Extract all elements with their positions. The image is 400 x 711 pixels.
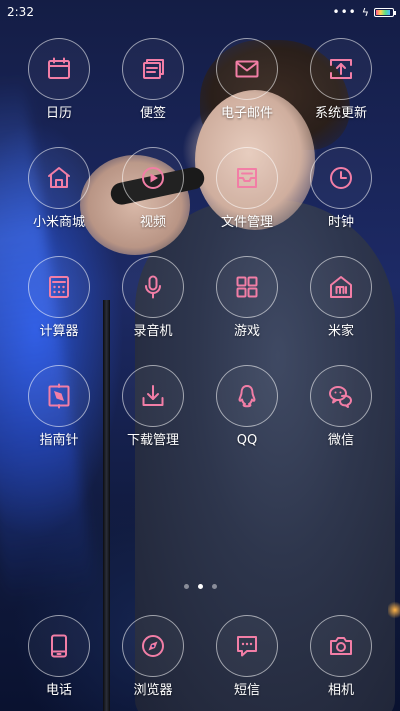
dots-icon: ••• [332, 5, 357, 19]
messages-icon [237, 636, 257, 657]
app-notes[interactable]: 便签 [108, 38, 198, 122]
app-compass-circle[interactable] [28, 365, 90, 427]
app-file-manager-circle[interactable] [216, 147, 278, 209]
app-system-update[interactable]: 系统更新 [296, 38, 386, 122]
system-update-icon [330, 59, 352, 79]
app-downloads-circle[interactable] [122, 365, 184, 427]
app-system-update-circle[interactable] [310, 38, 372, 100]
camera-icon [330, 637, 352, 655]
dock-browser-circle[interactable] [122, 615, 184, 677]
app-qq[interactable]: QQ [202, 365, 292, 449]
app-games-circle[interactable] [216, 256, 278, 318]
app-games[interactable]: 游戏 [202, 256, 292, 340]
games-icon [236, 276, 258, 298]
app-label: QQ [236, 433, 258, 448]
page-indicator[interactable] [0, 584, 400, 594]
video-icon [142, 167, 164, 189]
calendar-icon [48, 57, 70, 79]
app-label: 时钟 [327, 215, 354, 230]
browser-icon [142, 635, 164, 657]
battery-icon [374, 7, 396, 17]
status-indicators: ••• ϟ [332, 5, 396, 19]
wallpaper-sparkle [388, 600, 400, 620]
battery-level [376, 9, 390, 15]
app-qq-circle[interactable] [216, 365, 278, 427]
mail-icon [235, 60, 259, 78]
app-label: 指南针 [39, 433, 79, 448]
status-time: 2:32 [7, 5, 34, 19]
mi-home-icon [330, 276, 352, 298]
dock-camera-circle[interactable] [310, 615, 372, 677]
app-clock-circle[interactable] [310, 147, 372, 209]
dock-phone[interactable]: 电话 [14, 615, 104, 699]
app-label: 便签 [139, 106, 166, 121]
app-label: 游戏 [233, 324, 260, 339]
compass-icon [48, 383, 70, 409]
app-notes-circle[interactable] [122, 38, 184, 100]
app-calculator[interactable]: 计算器 [14, 256, 104, 340]
app-mi-home[interactable]: 米家 [296, 256, 386, 340]
app-mi-home-circle[interactable] [310, 256, 372, 318]
calculator-icon [49, 276, 69, 298]
bolt-icon: ϟ [361, 5, 369, 19]
app-calendar-circle[interactable] [28, 38, 90, 100]
app-compass[interactable]: 指南针 [14, 365, 104, 449]
app-label: 电子邮件 [220, 106, 273, 121]
qq-icon [238, 385, 256, 408]
store-icon [48, 167, 70, 188]
app-video[interactable]: 视频 [108, 147, 198, 231]
dock-phone-circle[interactable] [28, 615, 90, 677]
app-wechat-circle[interactable] [310, 365, 372, 427]
app-label: 计算器 [39, 324, 79, 339]
clock-icon [330, 167, 352, 189]
dock-camera[interactable]: 相机 [296, 615, 386, 699]
app-file-manager[interactable]: 文件管理 [202, 147, 292, 231]
app-email-circle[interactable] [216, 38, 278, 100]
app-video-circle[interactable] [122, 147, 184, 209]
app-label: 小米商城 [32, 215, 85, 230]
app-label: 相机 [327, 683, 354, 698]
download-icon [142, 385, 164, 406]
app-label: 视频 [139, 215, 166, 230]
app-label: 浏览器 [133, 683, 173, 698]
app-clock[interactable]: 时钟 [296, 147, 386, 231]
app-label: 下载管理 [126, 433, 179, 448]
page-dot-2[interactable] [197, 584, 203, 589]
app-email[interactable]: 电子邮件 [202, 38, 292, 122]
microphone-icon [145, 275, 161, 299]
page-dot-3[interactable] [211, 584, 217, 589]
home-screen: 2:32 ••• ϟ 日历 便签 电子邮件 系统更新 小米商城 视频 文件管理 … [0, 0, 400, 711]
page-dot-1[interactable] [183, 584, 189, 589]
app-downloads[interactable]: 下载管理 [108, 365, 198, 449]
app-label: 文件管理 [220, 215, 273, 230]
app-calendar[interactable]: 日历 [14, 38, 104, 122]
app-wechat[interactable]: 微信 [296, 365, 386, 449]
app-label: 米家 [327, 324, 354, 339]
status-bar: 2:32 ••• ϟ [0, 0, 400, 24]
wechat-icon [329, 386, 352, 408]
app-label: 日历 [45, 106, 72, 121]
notes-icon [143, 59, 164, 79]
app-recorder-circle[interactable] [122, 256, 184, 318]
app-mi-store-circle[interactable] [28, 147, 90, 209]
app-label: 电话 [45, 683, 72, 698]
app-label: 录音机 [133, 324, 173, 339]
dock-browser[interactable]: 浏览器 [108, 615, 198, 699]
app-recorder[interactable]: 录音机 [108, 256, 198, 340]
file-manager-icon [237, 168, 257, 188]
dock-messages-circle[interactable] [216, 615, 278, 677]
dock-messages[interactable]: 短信 [202, 615, 292, 699]
app-mi-store[interactable]: 小米商城 [14, 147, 104, 231]
app-label: 系统更新 [314, 106, 367, 121]
app-calculator-circle[interactable] [28, 256, 90, 318]
app-label: 微信 [327, 433, 354, 448]
app-label: 短信 [233, 683, 260, 698]
phone-icon [51, 634, 67, 658]
